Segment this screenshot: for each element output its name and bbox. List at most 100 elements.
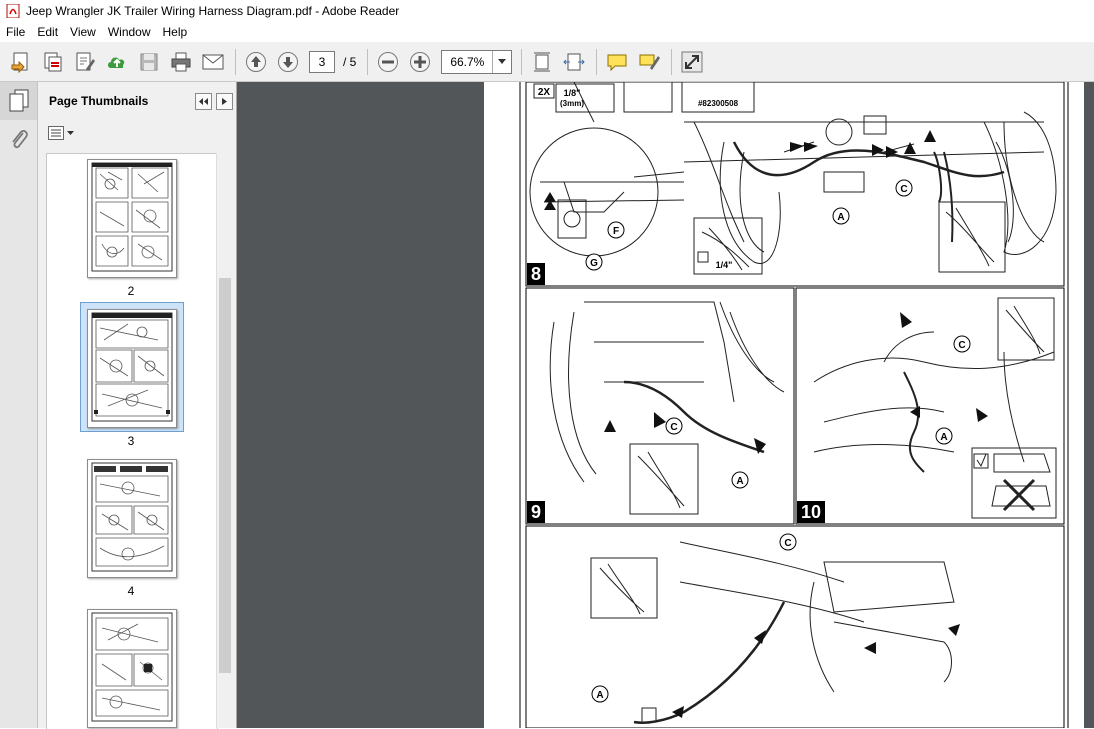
thumbnail-drawing	[91, 612, 173, 722]
size-fraction: 1/8"	[564, 88, 581, 98]
window-title: Jeep Wrangler JK Trailer Wiring Harness …	[26, 4, 400, 18]
menu-edit[interactable]: Edit	[31, 25, 64, 39]
menu-help[interactable]: Help	[157, 25, 194, 39]
menu-view[interactable]: View	[64, 25, 102, 39]
panel-header: Page Thumbnails	[38, 82, 236, 120]
thumbnail-page-3[interactable]	[87, 309, 177, 428]
step-number-10: 10	[797, 501, 826, 523]
highlighter-icon	[639, 54, 661, 70]
zoom-select[interactable]	[441, 49, 513, 74]
pages-icon	[9, 89, 28, 112]
double-chevron-left-icon	[199, 98, 208, 105]
page-thumbnails-tab[interactable]	[0, 82, 37, 120]
callout-g: G	[590, 258, 598, 269]
speech-bubble-icon	[607, 54, 627, 71]
toolbar-separator	[596, 48, 598, 75]
printer-icon	[171, 52, 191, 71]
thumbnail-label: 3	[127, 434, 135, 448]
thumbnail-page-5[interactable]	[87, 609, 177, 728]
email-button[interactable]	[198, 48, 228, 76]
zoom-in-button[interactable]	[405, 48, 435, 76]
page-number-input[interactable]	[309, 50, 335, 73]
adobe-reader-icon	[6, 4, 20, 18]
print-button[interactable]	[166, 48, 196, 76]
cloud-upload-icon	[108, 57, 125, 68]
callout-a: A	[596, 690, 603, 701]
save-icon	[140, 53, 158, 70]
menu-file[interactable]: File	[0, 25, 31, 39]
list-options-icon	[48, 126, 64, 140]
document-view[interactable]: A C F G 2X 1/8" (3mm) #82300508 1/4" C A…	[237, 82, 1094, 728]
page-count: / 5	[343, 54, 357, 69]
edit-document-icon	[76, 52, 95, 71]
callout-a: A	[837, 212, 844, 223]
toolbar-separator	[367, 48, 369, 75]
step-number-9: 9	[527, 501, 546, 523]
menu-window[interactable]: Window	[102, 25, 157, 39]
panel-options-row	[38, 120, 236, 146]
next-page-button[interactable]	[273, 48, 303, 76]
plus-circle-icon	[410, 51, 431, 72]
expand-icon	[681, 51, 703, 72]
envelope-icon	[202, 54, 224, 69]
full-screen-button[interactable]	[677, 48, 707, 76]
toolbar: / 5	[0, 42, 1094, 82]
pdf-page: A C F G 2X 1/8" (3mm) #82300508 1/4" C A…	[484, 82, 1084, 728]
fit-page-button[interactable]	[527, 48, 557, 76]
thumbnail-page-2[interactable]	[87, 159, 177, 278]
create-pdf-icon	[11, 52, 28, 73]
expand-panel-button[interactable]	[216, 93, 233, 110]
thumbnail-drawing	[91, 162, 173, 272]
zoom-dropdown-button[interactable]	[492, 50, 511, 73]
toolbar-separator	[521, 48, 523, 75]
title-bar: Jeep Wrangler JK Trailer Wiring Harness …	[0, 0, 1094, 23]
highlight-button[interactable]	[634, 48, 664, 76]
callout-c: C	[958, 340, 965, 351]
thumbnail-drawing	[91, 312, 173, 422]
toolbar-separator	[671, 48, 673, 75]
panel-title: Page Thumbnails	[49, 94, 149, 108]
zoom-input[interactable]	[442, 50, 493, 73]
callout-c: C	[784, 538, 791, 549]
callout-c: C	[670, 422, 677, 433]
scrollbar-thumb[interactable]	[219, 278, 231, 673]
callout-a: A	[736, 476, 743, 487]
size-metric: (3mm)	[560, 99, 584, 108]
attachments-tab[interactable]	[0, 120, 37, 158]
toolbar-separator	[235, 48, 236, 75]
thumbnail-drawing	[91, 462, 173, 572]
thumbnail-options-button[interactable]	[48, 126, 74, 140]
chevron-down-icon	[67, 131, 74, 135]
installation-diagram: A C F G 2X 1/8" (3mm) #82300508 1/4" C A…	[519, 82, 1069, 728]
fit-page-icon	[534, 52, 551, 71]
collapse-panel-button[interactable]	[195, 93, 212, 110]
thumbnail-list[interactable]: 2 3 4	[46, 153, 218, 729]
edit-pdf-button[interactable]	[70, 48, 100, 76]
qty-label: 2X	[538, 87, 551, 98]
chevron-right-icon	[222, 98, 227, 105]
minus-circle-icon	[378, 51, 399, 72]
zoom-out-button[interactable]	[373, 48, 403, 76]
save-button[interactable]	[134, 48, 164, 76]
socket-size: 1/4"	[716, 260, 733, 270]
menu-bar: File Edit View Window Help	[0, 22, 1094, 42]
fit-width-icon	[563, 53, 586, 70]
combine-files-button[interactable]	[38, 48, 68, 76]
callout-a: A	[940, 432, 947, 443]
chevron-down-icon	[498, 59, 507, 64]
thumbnail-page-4[interactable]	[87, 459, 177, 578]
part-number: #82300508	[698, 99, 739, 108]
previous-page-button[interactable]	[241, 48, 271, 76]
combine-files-icon	[44, 52, 62, 71]
navigation-pane-strip	[0, 82, 38, 728]
thumbnail-scrollbar[interactable]	[216, 153, 234, 728]
upload-button[interactable]	[102, 48, 132, 76]
thumbnail-label: 2	[127, 284, 135, 298]
step-number-8: 8	[527, 263, 546, 285]
arrow-up-circle-icon	[246, 51, 266, 72]
create-pdf-button[interactable]	[6, 48, 36, 76]
arrow-down-circle-icon	[278, 51, 298, 72]
callout-c: C	[900, 184, 907, 195]
fit-width-button[interactable]	[559, 48, 589, 76]
comment-button[interactable]	[602, 48, 632, 76]
